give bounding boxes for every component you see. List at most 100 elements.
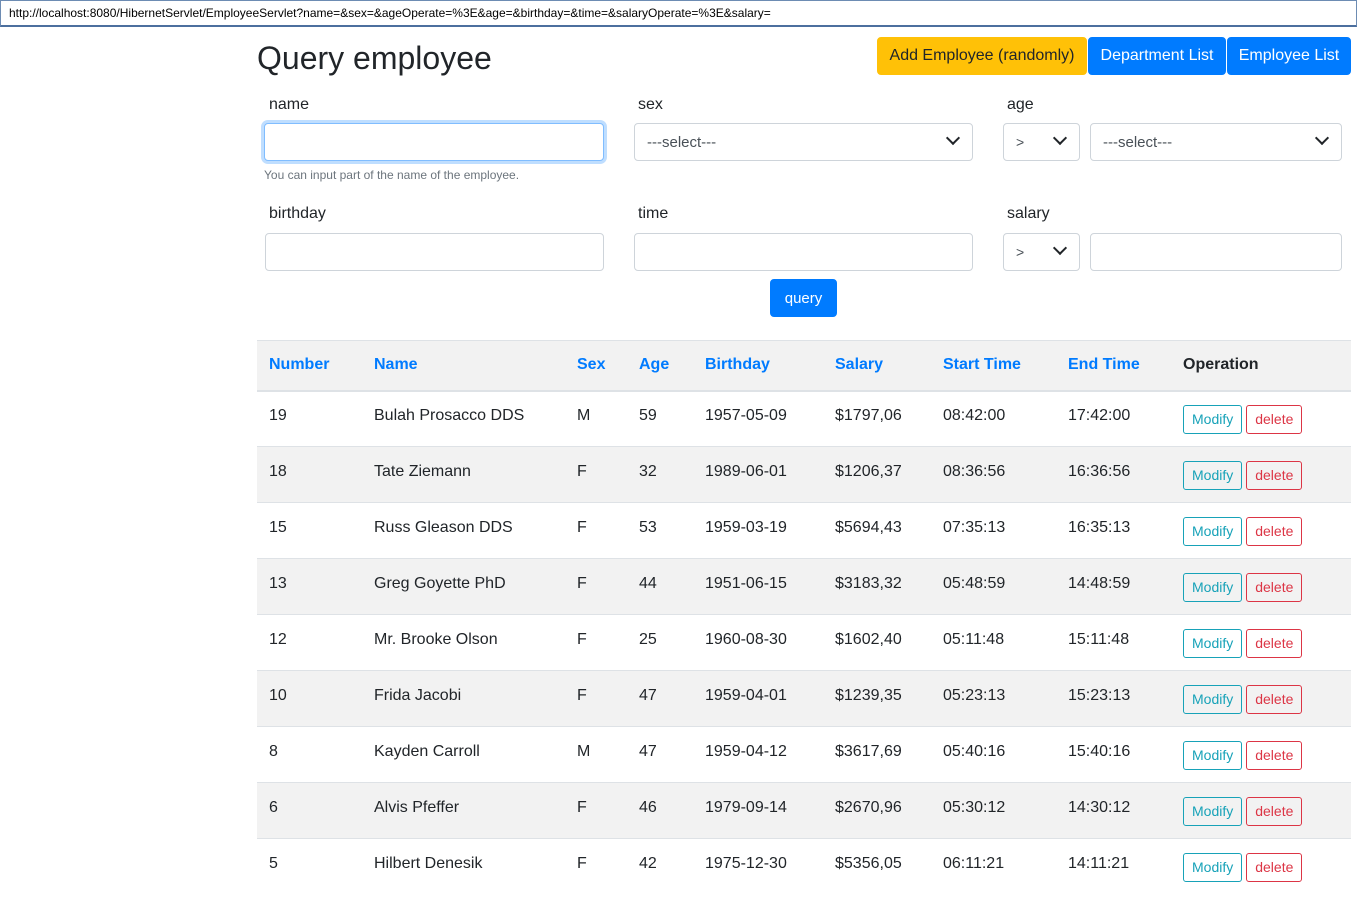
header-start-time[interactable]: Start Time: [931, 340, 1056, 392]
cell-sex: F: [565, 670, 627, 727]
delete-button[interactable]: delete: [1246, 797, 1303, 826]
cell-start-time: 05:23:13: [931, 670, 1056, 727]
cell-end-time-text: 15:23:13: [1068, 686, 1131, 704]
address-url[interactable]: http://localhost:8080/HibernetServlet/Em…: [9, 6, 771, 20]
delete-button[interactable]: delete: [1246, 629, 1303, 658]
cell-salary: $1206,37: [823, 446, 931, 503]
cell-number: 13: [257, 558, 362, 615]
cell-number: 19: [257, 390, 362, 447]
cell-end-time: 17:42:00: [1056, 390, 1171, 447]
cell-birthday: 1989-06-01: [693, 446, 823, 503]
cell-name-text: Mr. Brooke Olson: [374, 630, 498, 648]
delete-button[interactable]: delete: [1246, 741, 1303, 770]
cell-name: Hilbert Denesik: [362, 838, 565, 895]
cell-name: Alvis Pfeffer: [362, 782, 565, 839]
cell-number: 18: [257, 446, 362, 503]
cell-age: 32: [627, 446, 693, 503]
cell-age: 47: [627, 726, 693, 783]
salary-input[interactable]: [1090, 233, 1342, 271]
cell-name: Bulah Prosacco DDS: [362, 390, 565, 447]
name-help-text: You can input part of the name of the em…: [264, 168, 520, 182]
cell-end-time: 14:48:59: [1056, 558, 1171, 615]
cell-operation: Modify delete: [1171, 838, 1351, 895]
time-input[interactable]: [634, 233, 973, 271]
cell-start-time-text: 05:11:48: [943, 630, 1005, 648]
cell-start-time-text: 08:42:00: [943, 406, 1006, 424]
header-sex[interactable]: Sex: [565, 340, 627, 392]
cell-birthday-text: 1959-04-12: [705, 742, 787, 760]
birthday-input[interactable]: [265, 233, 604, 271]
header-birthday[interactable]: Birthday: [693, 340, 823, 392]
cell-birthday: 1959-04-12: [693, 726, 823, 783]
delete-button[interactable]: delete: [1246, 461, 1303, 490]
cell-name-text: Frida Jacobi: [374, 686, 462, 704]
cell-sex-text: F: [577, 686, 587, 704]
cell-sex-text: F: [577, 630, 587, 648]
birthday-label: birthday: [269, 205, 326, 222]
sex-select[interactable]: ---select---: [634, 123, 973, 161]
name-label: name: [269, 96, 310, 113]
cell-salary-text: $1239,35: [835, 686, 902, 704]
cell-start-time-text: 05:23:13: [943, 686, 1006, 704]
modify-button[interactable]: Modify: [1183, 573, 1243, 602]
cell-operation: Modify delete: [1171, 502, 1351, 559]
sex-select-value: ---select---: [647, 133, 717, 151]
cell-end-time: 15:40:16: [1056, 726, 1171, 783]
modify-button[interactable]: Modify: [1183, 629, 1243, 658]
cell-number-text: 8: [269, 742, 278, 760]
header-end-time[interactable]: End Time: [1056, 340, 1171, 392]
cell-start-time-text: 07:35:13: [943, 518, 1006, 536]
cell-salary: $1797,06: [823, 390, 931, 447]
cell-salary-text: $5356,05: [835, 854, 902, 872]
age-operator-value: >: [1016, 134, 1025, 150]
age-select-value: ---select---: [1103, 133, 1173, 151]
cell-start-time: 05:40:16: [931, 726, 1056, 783]
modify-button[interactable]: Modify: [1183, 517, 1243, 546]
cell-salary-text: $1797,06: [835, 406, 902, 424]
table-row: 19 Bulah Prosacco DDS M 59 1957-05-09 $1797,0…: [257, 390, 1351, 447]
cell-start-time: 05:48:59: [931, 558, 1056, 615]
delete-button[interactable]: delete: [1246, 573, 1303, 602]
cell-birthday: 1960-08-30: [693, 614, 823, 671]
delete-button[interactable]: delete: [1246, 685, 1303, 714]
cell-salary: $5694,43: [823, 502, 931, 559]
cell-sex-text: F: [577, 854, 587, 872]
cell-number-text: 15: [269, 518, 287, 536]
modify-button[interactable]: Modify: [1183, 741, 1243, 770]
cell-name: Frida Jacobi: [362, 670, 565, 727]
cell-birthday: 1957-05-09: [693, 390, 823, 447]
header-name[interactable]: Name: [362, 340, 565, 392]
table-row: 10 Frida Jacobi F 47 1959-04-01 $1239,35 05:23…: [257, 670, 1351, 727]
cell-name-text: Hilbert Denesik: [374, 854, 483, 872]
cell-sex: F: [565, 558, 627, 615]
add-employee-random-button[interactable]: Add Employee (randomly): [877, 37, 1087, 75]
delete-button[interactable]: delete: [1246, 405, 1303, 435]
salary-operator-select[interactable]: >: [1003, 233, 1080, 271]
delete-button[interactable]: delete: [1246, 853, 1303, 883]
chevron-down-icon: [945, 130, 961, 146]
address-bar[interactable]: http://localhost:8080/HibernetServlet/Em…: [0, 0, 1357, 27]
modify-button[interactable]: Modify: [1183, 797, 1243, 826]
modify-button[interactable]: Modify: [1183, 405, 1243, 435]
cell-end-time: 16:35:13: [1056, 502, 1171, 559]
cell-age-text: 25: [639, 630, 657, 648]
modify-button[interactable]: Modify: [1183, 853, 1243, 883]
cell-birthday-text: 1979-09-14: [705, 798, 787, 816]
cell-salary: $3617,69: [823, 726, 931, 783]
cell-start-time-text: 08:36:56: [943, 462, 1006, 480]
name-input[interactable]: [264, 123, 604, 161]
modify-button[interactable]: Modify: [1183, 685, 1243, 714]
age-operator-select[interactable]: >: [1003, 123, 1080, 161]
header-number[interactable]: Number: [257, 340, 362, 392]
header-age[interactable]: Age: [627, 340, 693, 392]
cell-birthday-text: 1959-04-01: [705, 686, 787, 704]
department-list-button[interactable]: Department List: [1088, 37, 1226, 75]
age-select[interactable]: ---select---: [1090, 123, 1342, 161]
header-salary[interactable]: Salary: [823, 340, 931, 392]
cell-salary-text: $3617,69: [835, 742, 902, 760]
query-button[interactable]: query: [770, 279, 837, 317]
employee-list-button[interactable]: Employee List: [1227, 37, 1351, 75]
chevron-down-icon: [1052, 240, 1068, 256]
delete-button[interactable]: delete: [1246, 517, 1303, 546]
modify-button[interactable]: Modify: [1183, 461, 1243, 490]
